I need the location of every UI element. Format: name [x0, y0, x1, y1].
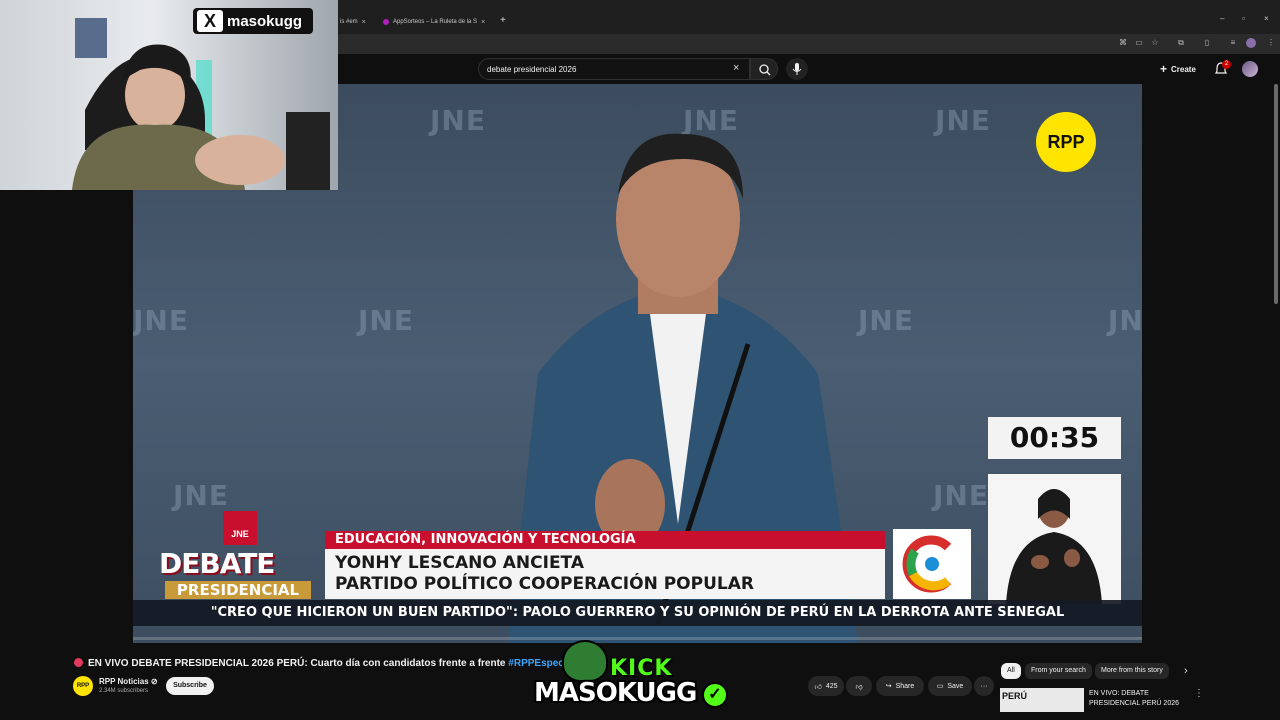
rpp-logo: RPP — [1036, 112, 1096, 172]
extensions-icon[interactable]: ⧉ — [1176, 38, 1186, 48]
new-tab-button[interactable]: + — [500, 15, 506, 26]
clear-search-icon[interactable]: × — [733, 62, 739, 74]
maximize-button[interactable]: ▫ — [1242, 14, 1245, 23]
close-window-button[interactable]: × — [1264, 14, 1269, 23]
verified-check-icon: ✓ — [702, 682, 728, 708]
like-count: 425 — [825, 682, 838, 690]
background-jne-text: JNE — [133, 304, 189, 337]
party-logo — [893, 529, 971, 599]
like-button[interactable]: 👍︎ 425 — [808, 676, 844, 696]
live-indicator-icon — [74, 658, 83, 667]
background-jne-text: JNE — [1108, 304, 1142, 337]
jne-badge: JNE — [223, 511, 257, 545]
share-button[interactable]: ↪ Share — [876, 676, 924, 696]
tab-close-icon[interactable]: × — [362, 19, 366, 26]
bookmark-star-icon[interactable]: ☆ — [1150, 38, 1160, 48]
kick-watermark: KICK MASOKUGG ✓ — [532, 638, 732, 718]
sidepanel-icon[interactable]: ▯ — [1202, 38, 1212, 48]
dislike-button[interactable]: 👎︎ — [846, 676, 872, 696]
streamer-name: masokugg — [227, 12, 303, 30]
debate-word: DEBATE — [159, 547, 275, 580]
lower-third-topic: EDUCACIÓN, INNOVACIÓN Y TECNOLOGÍA — [325, 531, 885, 549]
cast-icon[interactable]: ▭ — [1134, 38, 1144, 48]
kick-mascot-icon — [562, 640, 608, 682]
candidate-name: YONHY LESCANO ANCIETA — [335, 553, 584, 573]
party-logo-icon — [902, 535, 952, 593]
more-actions-button[interactable]: ··· — [974, 676, 994, 696]
chip-from-your-search[interactable]: From your search — [1025, 663, 1092, 679]
interpreter-figure — [1006, 489, 1102, 604]
create-button[interactable]: + Create — [1160, 60, 1196, 78]
chip-more-from-this-story[interactable]: More from this story — [1095, 663, 1169, 679]
tab-label: is #em — [340, 19, 358, 25]
debate-presidencial-logo: JNE DEBATE PRESIDENCIAL — [159, 509, 311, 605]
profile-avatar-icon[interactable] — [1246, 38, 1256, 48]
thumbs-up-icon: 👍︎ — [814, 683, 822, 691]
recommended-title[interactable]: EN VIVO: DEBATE PRESIDENCIAL PERÚ 2026 — [1089, 689, 1189, 709]
media-icon[interactable]: ≡ — [1228, 38, 1238, 48]
translate-icon[interactable]: ⌘ — [1118, 38, 1128, 48]
background-jne-text: JNE — [173, 479, 229, 512]
create-label: Create — [1171, 64, 1196, 74]
channel-name[interactable]: RPP Noticias ⊘ — [99, 677, 158, 686]
microphone-icon — [792, 63, 802, 75]
subscriber-count: 2.34M subscribers — [99, 688, 149, 694]
chip-all[interactable]: All — [1001, 663, 1021, 679]
minimize-button[interactable]: – — [1220, 14, 1224, 23]
recommended-more-icon[interactable]: ⋮ — [1194, 688, 1204, 699]
search-input[interactable]: debate presidencial 2026 — [478, 58, 750, 80]
notification-count-badge: 2 — [1222, 60, 1231, 69]
bookmark-icon: ▭ — [936, 683, 944, 690]
share-label: Share — [895, 682, 915, 690]
lower-third-nameplate: YONHY LESCANO ANCIETA PARTIDO POLÍTICO C… — [325, 549, 885, 599]
recommended-thumbnail[interactable]: PERÚ — [1000, 688, 1084, 712]
countdown-timer: 00:35 — [988, 417, 1121, 459]
sign-language-interpreter — [988, 474, 1121, 604]
video-title-text: EN VIVO DEBATE PRESIDENCIAL 2026 PERÚ: C… — [88, 658, 509, 669]
candidate-party: PARTIDO POLÍTICO COOPERACIÓN POPULAR — [335, 574, 754, 594]
account-avatar[interactable] — [1242, 61, 1258, 77]
background-jne-text: JNE — [935, 104, 991, 137]
browser-menu-icon[interactable]: ⋮ — [1266, 38, 1276, 48]
plus-icon: + — [1160, 62, 1168, 76]
tab-close-icon[interactable]: × — [481, 19, 485, 26]
search-icon — [759, 64, 771, 76]
streamer-webcam: X masokugg — [0, 0, 338, 190]
kick-channel-name: MASOKUGG — [534, 678, 697, 708]
save-button[interactable]: ▭ Save — [928, 676, 972, 696]
browser-tab[interactable]: is #em × — [340, 13, 376, 31]
thumbs-down-icon: 👎︎ — [855, 683, 863, 691]
channel-avatar[interactable]: RPP — [73, 676, 93, 696]
save-label: Save — [947, 682, 964, 690]
news-ticker: "CREO QUE HICIERON UN BUEN PARTIDO": PAO… — [133, 600, 1142, 626]
voice-search-button[interactable] — [786, 58, 808, 80]
presidencial-word: PRESIDENCIAL — [165, 581, 311, 599]
tab-label: AppSorteos – La Ruleta de la S — [393, 19, 478, 25]
browser-tab-appsorteos[interactable]: AppSorteos – La Ruleta de la S × — [383, 13, 493, 31]
share-icon: ↪ — [885, 683, 892, 690]
background-jne-text: JNE — [933, 479, 989, 512]
screen: is #em × AppSorteos – La Ruleta de la S … — [0, 0, 1280, 720]
tab-favicon-icon — [383, 19, 389, 25]
background-jne-text: JNE — [358, 304, 414, 337]
streamer-tag: X masokugg — [193, 8, 313, 34]
subscribe-button[interactable]: Subscribe — [166, 677, 214, 695]
x-logo-icon: X — [197, 10, 223, 32]
chips-next-chevron-icon[interactable]: › — [1184, 665, 1188, 677]
page-scrollbar[interactable] — [1274, 84, 1278, 304]
search-button[interactable] — [750, 58, 778, 80]
